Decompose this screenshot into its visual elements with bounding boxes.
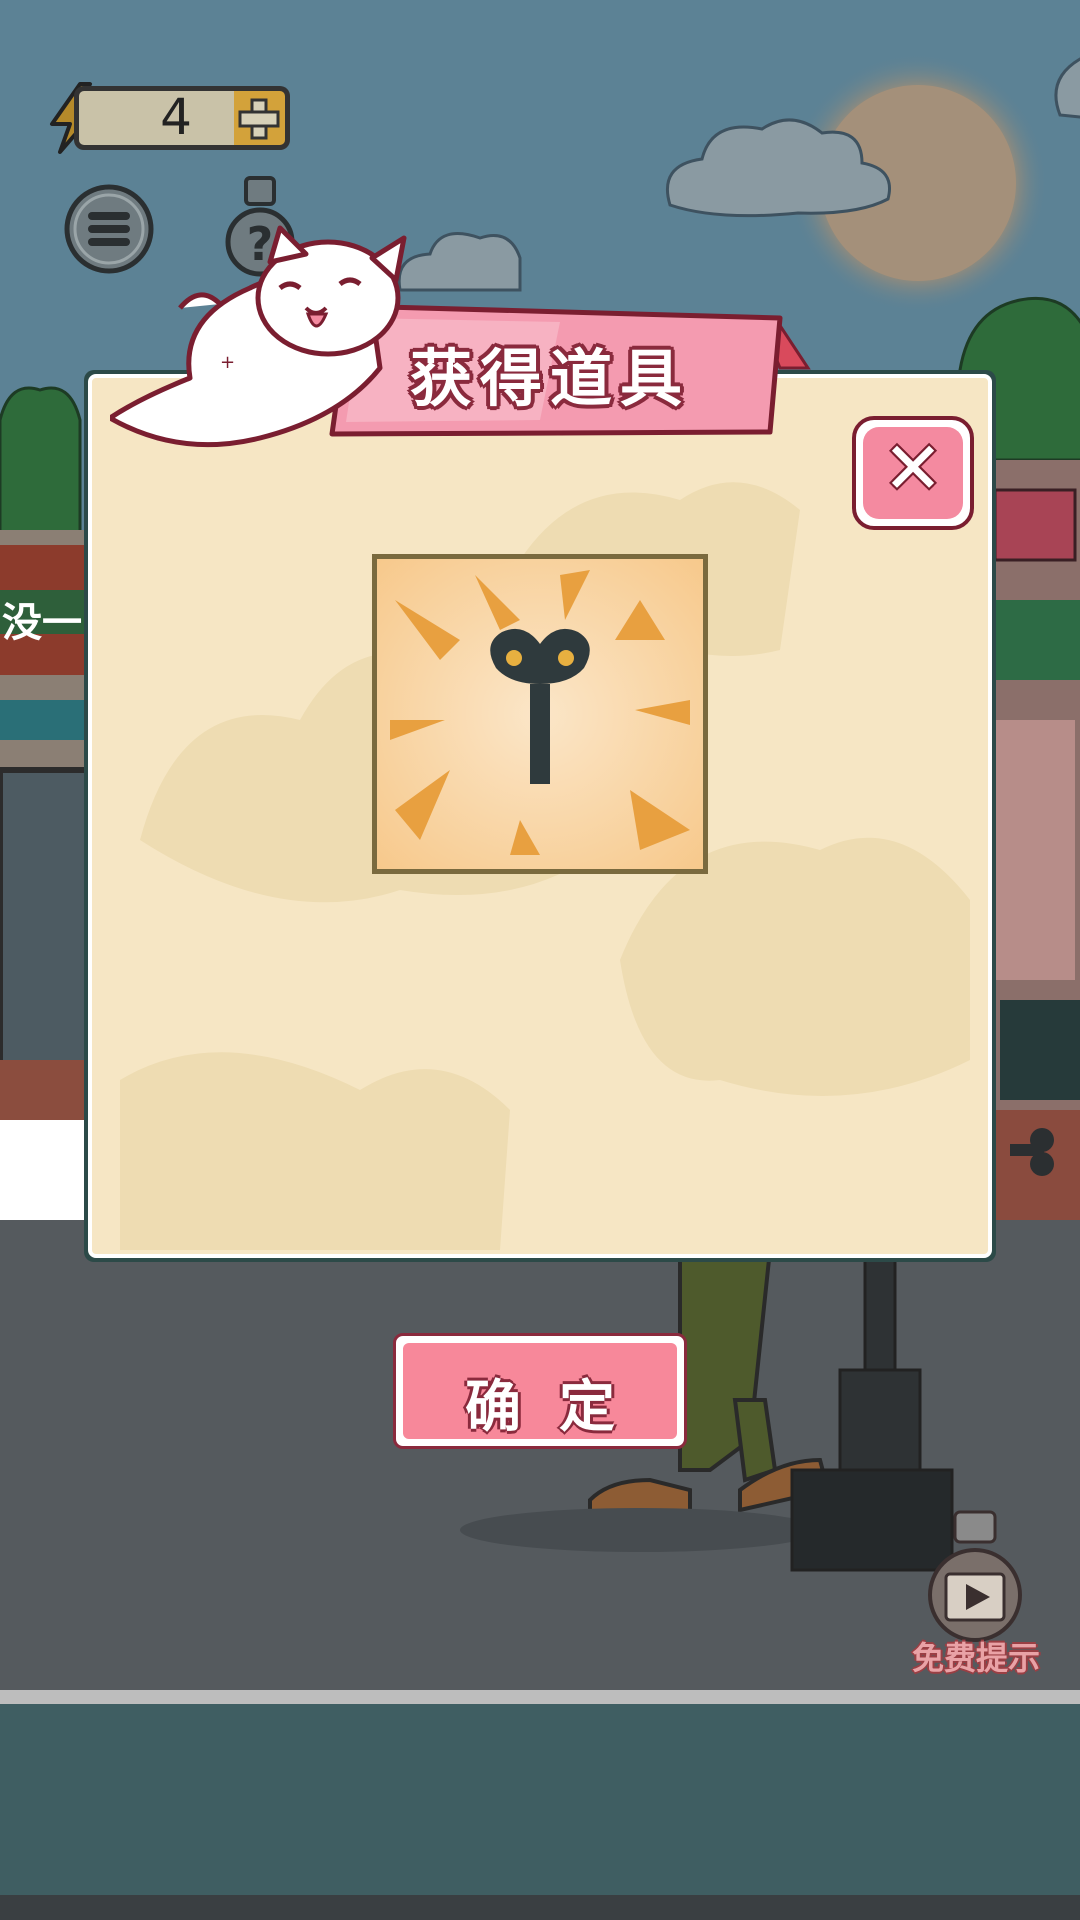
dialog-title-text: 获得道具 (409, 342, 690, 415)
game-screen: 4 ? + 获得道具 ✕ 确定 没一 免费提示 (0, 0, 1080, 1920)
confirm-label: 确定 (465, 1375, 653, 1440)
shop-sign: 没一 (2, 600, 82, 646)
svg-text:+: + (220, 352, 235, 373)
free-hint-label: 免费提示 (911, 1639, 1040, 1677)
dialog-title: 获得道具 (330, 298, 770, 428)
free-hint-button[interactable]: 免费提示 (900, 1505, 1050, 1677)
confirm-button[interactable]: 确定 (393, 1333, 687, 1449)
close-icon: ✕ (882, 426, 944, 510)
side-key-button[interactable] (1010, 1120, 1064, 1174)
close-button[interactable]: ✕ (852, 416, 974, 530)
